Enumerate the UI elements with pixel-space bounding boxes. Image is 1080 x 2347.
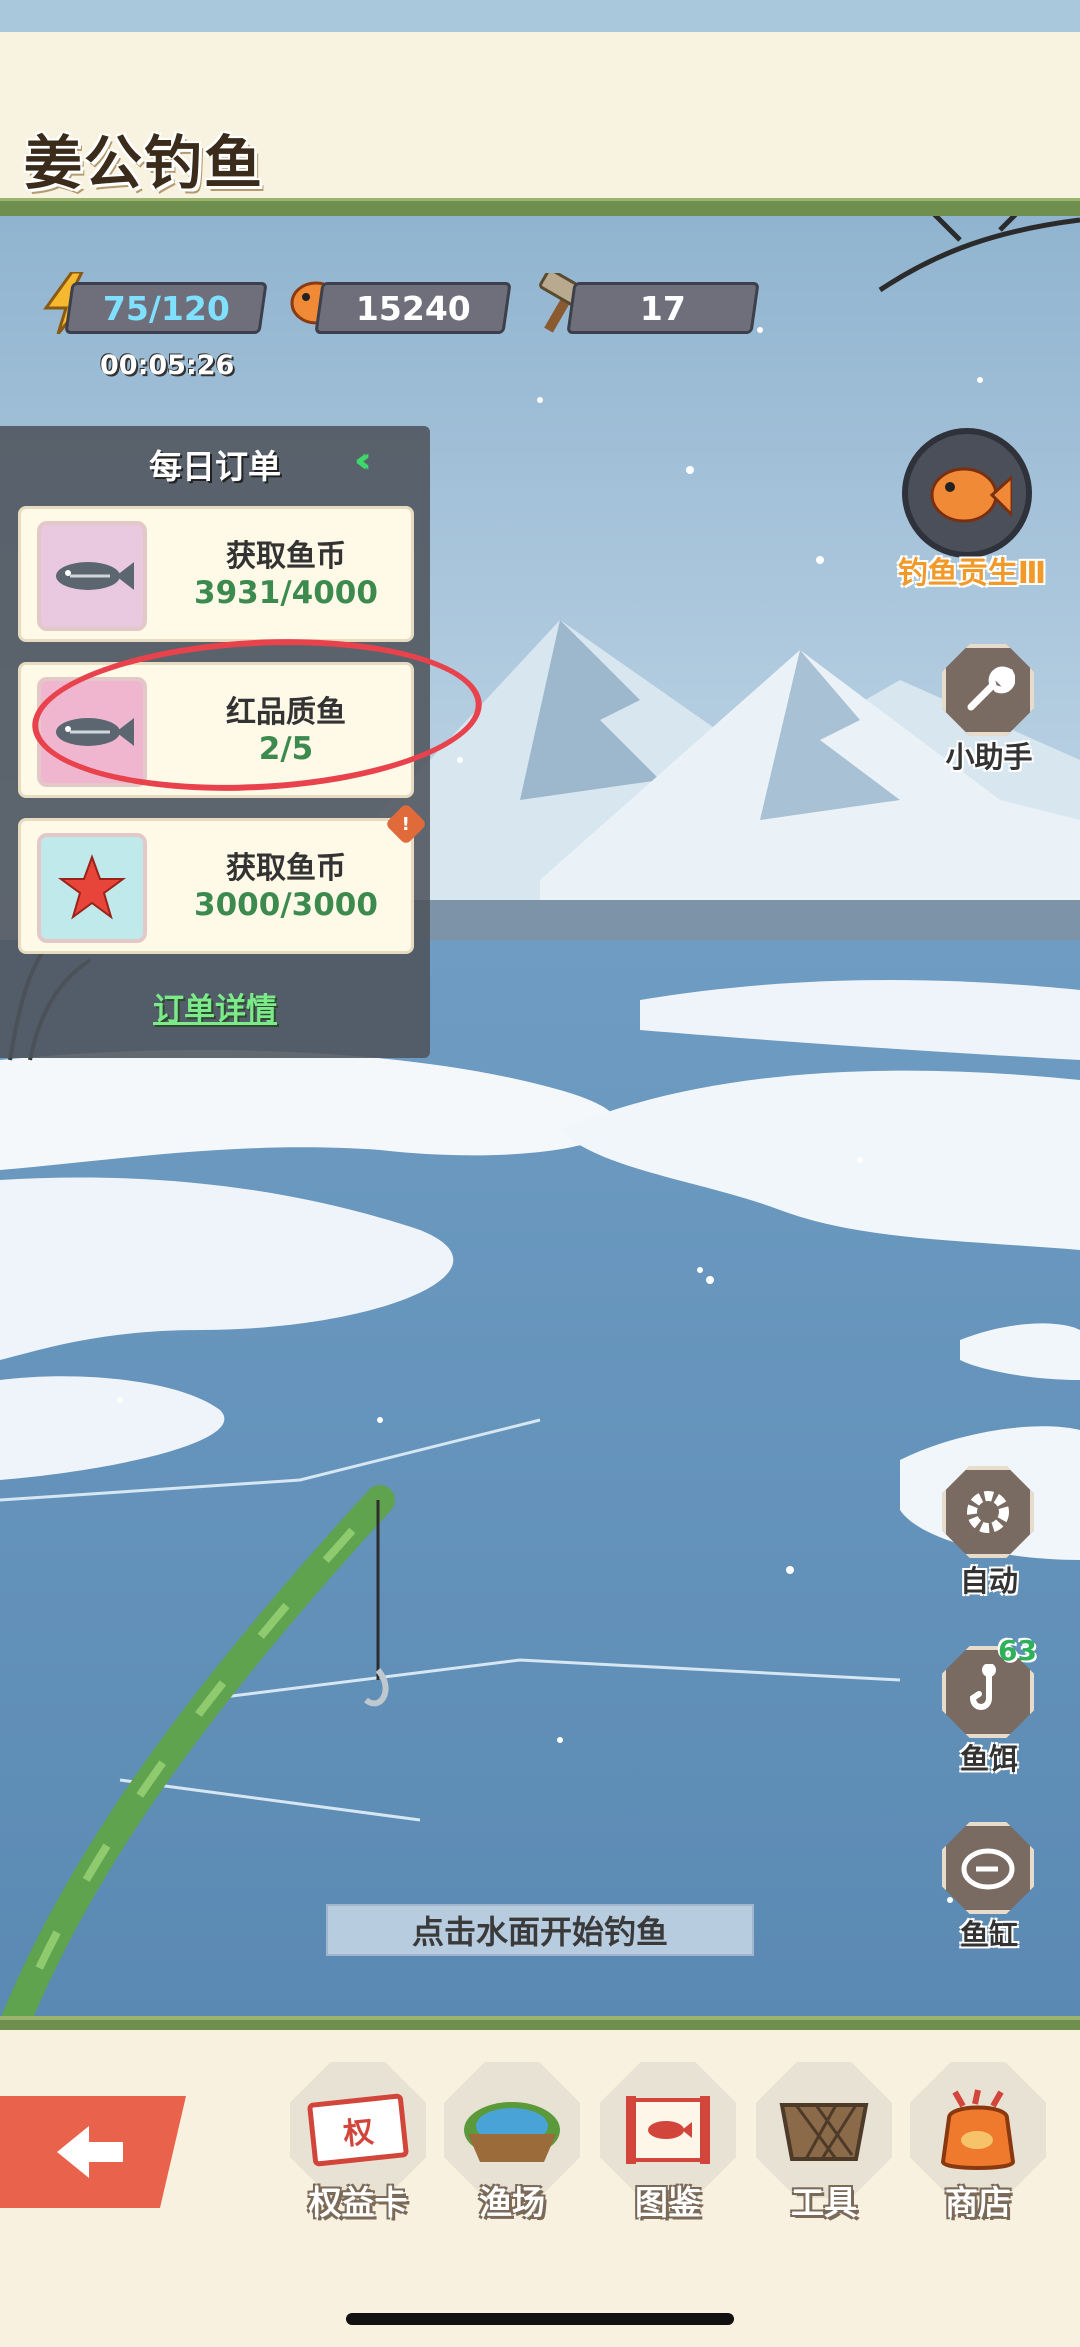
order-name: 获取鱼币 [226, 539, 346, 574]
fish-icon [37, 521, 147, 631]
coin-value: 15240 [355, 288, 471, 328]
arrow-left-icon [57, 2126, 123, 2178]
rank-label: 钓鱼贡生Ⅲ [897, 556, 1047, 591]
energy-value: 75/120 [102, 288, 230, 328]
order-details-link[interactable]: 订单详情 [0, 984, 430, 1029]
energy-counter[interactable]: 75/120 [64, 282, 268, 334]
app-title: 姜公钓鱼 [24, 129, 265, 197]
back-button[interactable] [0, 2096, 186, 2208]
header: 姜公钓鱼 [0, 32, 1080, 204]
order-card[interactable]: 获取鱼币 3931/4000 [18, 506, 414, 642]
gear-icon[interactable] [942, 1466, 1034, 1558]
bait-label: 鱼饵 [959, 1742, 1018, 1776]
hammer-value: 17 [640, 288, 686, 328]
nav-fishing-ground[interactable]: 渔场 [440, 2062, 584, 2222]
nav-label: 图鉴 [635, 2183, 701, 2222]
orders-title: 每日订单 [149, 447, 281, 486]
order-name: 获取鱼币 [226, 851, 346, 886]
order-progress: 3000/3000 [194, 887, 378, 923]
nav-shop[interactable]: 商店 [906, 2062, 1050, 2222]
auto-label: 自动 [959, 1564, 1018, 1598]
tank-label: 鱼缸 [959, 1918, 1018, 1952]
nav-label: 工具 [791, 2183, 857, 2222]
status-strip [0, 0, 1080, 32]
rank-fish-icon [930, 467, 1012, 523]
bait-count: 63 [998, 1634, 1037, 1667]
tap-water-hint: 点击水面开始钓鱼 [326, 1904, 754, 1956]
nav-tools[interactable]: 工具 [752, 2062, 896, 2222]
nav-label: 渔场 [479, 2183, 545, 2222]
coin-counter[interactable]: 15240 [314, 282, 512, 334]
card-icon-text: 权 [341, 2114, 376, 2153]
nav-encyclopedia[interactable]: 图鉴 [596, 2062, 740, 2222]
alert-badge: ! [384, 802, 428, 846]
nav-label: 权益卡 [308, 2183, 408, 2222]
starfish-icon [37, 833, 147, 943]
header-divider [0, 198, 1080, 216]
collapse-icon[interactable]: ‹‹ [354, 440, 371, 481]
home-indicator[interactable] [346, 2313, 734, 2325]
nav-benefit-card[interactable]: 权 权益卡 [286, 2062, 430, 2222]
helper-label: 小助手 [945, 740, 1033, 774]
order-card[interactable]: 获取鱼币 3000/3000 ! [18, 802, 428, 954]
energy-timer: 00:05:26 [100, 350, 235, 381]
rank-badge[interactable] [902, 428, 1032, 558]
alert-text: ! [401, 813, 411, 835]
hammer-counter[interactable]: 17 [566, 282, 760, 334]
nav-label: 商店 [945, 2183, 1011, 2222]
fish-tank-icon[interactable] [942, 1822, 1034, 1914]
order-progress: 3931/4000 [194, 575, 378, 611]
